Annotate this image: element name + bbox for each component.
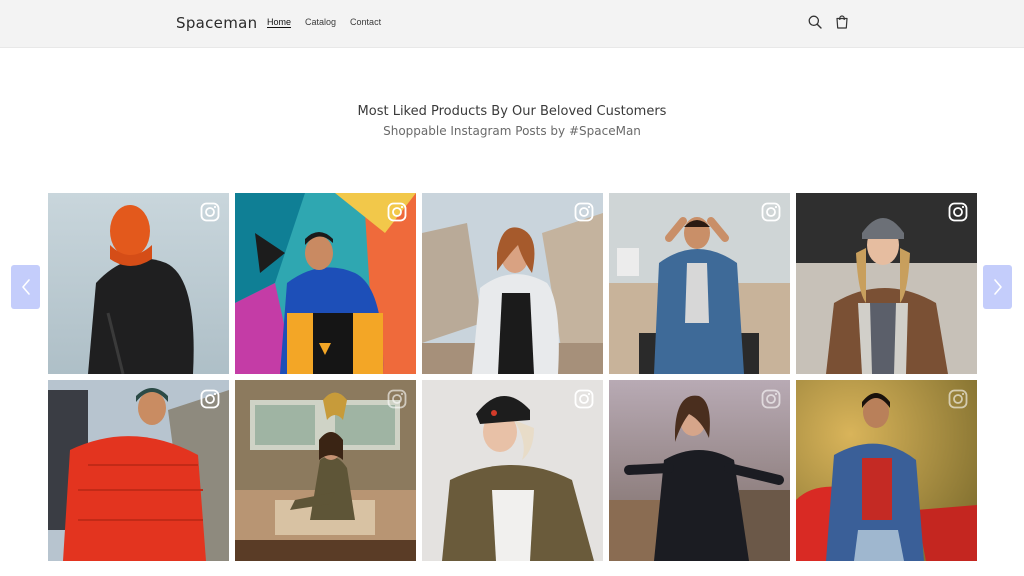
instagram-post[interactable]	[796, 193, 977, 374]
search-icon[interactable]	[807, 14, 823, 30]
section-title: Most Liked Products By Our Beloved Custo…	[357, 104, 667, 119]
instagram-icon	[200, 202, 220, 222]
nav-catalog-link[interactable]: Catalog	[305, 17, 336, 27]
instagram-post[interactable]	[796, 380, 977, 561]
instagram-feed-grid	[48, 193, 977, 561]
carousel-prev-button[interactable]	[11, 265, 40, 309]
instagram-post[interactable]	[609, 193, 790, 374]
instagram-icon	[761, 389, 781, 409]
instagram-icon	[574, 389, 594, 409]
carousel-next-button[interactable]	[983, 265, 1012, 309]
instagram-post[interactable]	[422, 380, 603, 561]
instagram-icon	[948, 389, 968, 409]
instagram-post[interactable]	[48, 380, 229, 561]
section-subtitle: Shoppable Instagram Posts by #SpaceMan	[383, 124, 641, 138]
instagram-post[interactable]	[235, 380, 416, 561]
main-nav: Home Catalog Contact	[267, 17, 381, 27]
instagram-post[interactable]	[422, 193, 603, 374]
instagram-icon	[761, 202, 781, 222]
cart-icon[interactable]	[834, 14, 850, 30]
instagram-icon	[200, 389, 220, 409]
site-header: Spaceman Home Catalog Contact	[0, 0, 1024, 48]
site-logo[interactable]: Spaceman	[176, 14, 257, 32]
instagram-post[interactable]	[48, 193, 229, 374]
nav-home-link[interactable]: Home	[267, 17, 291, 27]
chevron-right-icon	[993, 279, 1002, 295]
instagram-icon	[387, 202, 407, 222]
nav-contact-link[interactable]: Contact	[350, 17, 381, 27]
instagram-icon	[948, 202, 968, 222]
instagram-post[interactable]	[235, 193, 416, 374]
instagram-post[interactable]	[609, 380, 790, 561]
instagram-icon	[574, 202, 594, 222]
instagram-icon	[387, 389, 407, 409]
chevron-left-icon	[21, 279, 30, 295]
